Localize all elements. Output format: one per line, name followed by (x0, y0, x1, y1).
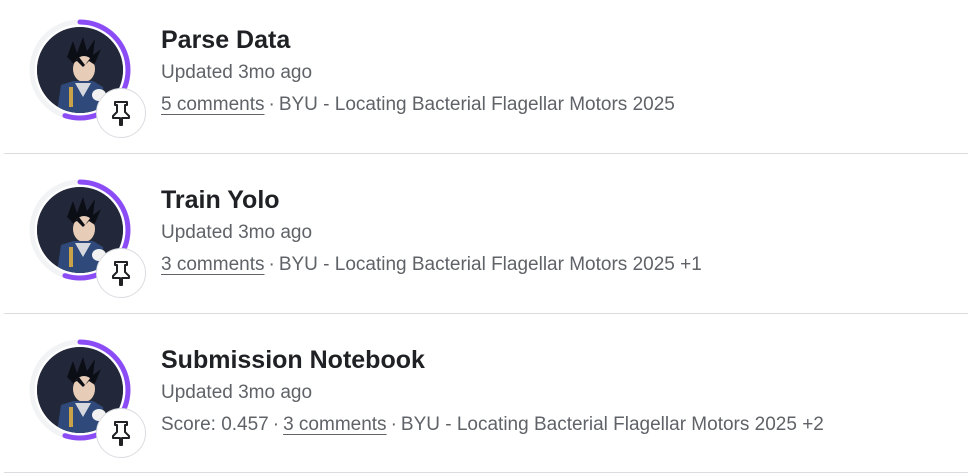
competition-name: BYU - Locating Bacterial Flagellar Motor… (278, 94, 675, 115)
notebook-item[interactable]: Submission Notebook Updated 3mo ago Scor… (0, 320, 968, 476)
notebook-meta: 5 comments · BYU - Locating Bacterial Flag… (161, 92, 675, 118)
score: Score: 0.457 (161, 414, 269, 435)
notebook-item[interactable]: Parse Data Updated 3mo ago 5 comments · BY… (0, 0, 968, 158)
more-competitions-count[interactable]: +1 (680, 254, 702, 275)
notebook-title[interactable]: Train Yolo (161, 184, 702, 216)
notebook-meta: 3 comments · BYU - Locating Bacterial Flag… (161, 252, 702, 278)
comments-link[interactable]: 3 comments (283, 414, 386, 435)
avatar-with-progress-ring[interactable] (28, 178, 146, 298)
avatar-with-progress-ring[interactable] (28, 18, 146, 138)
notebook-title[interactable]: Submission Notebook (161, 344, 824, 376)
pin-button[interactable] (96, 88, 146, 138)
comments-link[interactable]: 5 comments (161, 94, 264, 115)
notebook-list: Parse Data Updated 3mo ago 5 comments · BY… (0, 0, 968, 476)
notebook-title[interactable]: Parse Data (161, 24, 675, 56)
updated-time: Updated 3mo ago (161, 62, 313, 83)
competition-name: BYU - Locating Bacterial Flagellar Motor… (400, 414, 797, 435)
notebook-info: Train Yolo Updated 3mo ago 3 comments · BY… (161, 184, 702, 278)
divider (4, 313, 968, 314)
pin-icon (112, 421, 130, 446)
divider (4, 153, 968, 154)
separator: · (272, 414, 280, 435)
competition-name: BYU - Locating Bacterial Flagellar Motor… (278, 254, 675, 275)
updated-time: Updated 3mo ago (161, 382, 313, 403)
notebook-meta: Score: 0.457 · 3 comments · BYU - Locating B… (161, 412, 824, 438)
avatar-with-progress-ring[interactable] (28, 338, 146, 458)
separator: · (390, 414, 397, 435)
pin-button[interactable] (96, 408, 146, 458)
notebook-item[interactable]: Train Yolo Updated 3mo ago 3 comments · BY… (0, 160, 968, 318)
more-competitions-count[interactable]: +2 (802, 414, 824, 435)
pin-button[interactable] (96, 248, 146, 298)
separator: · (268, 254, 275, 275)
pin-icon (112, 101, 130, 126)
notebook-info: Parse Data Updated 3mo ago 5 comments · BY… (161, 24, 675, 118)
divider (4, 472, 968, 473)
separator: · (268, 94, 275, 115)
comments-link[interactable]: 3 comments (161, 254, 264, 275)
notebook-info: Submission Notebook Updated 3mo ago Scor… (161, 344, 824, 438)
pin-icon (112, 261, 130, 286)
updated-time: Updated 3mo ago (161, 222, 313, 243)
